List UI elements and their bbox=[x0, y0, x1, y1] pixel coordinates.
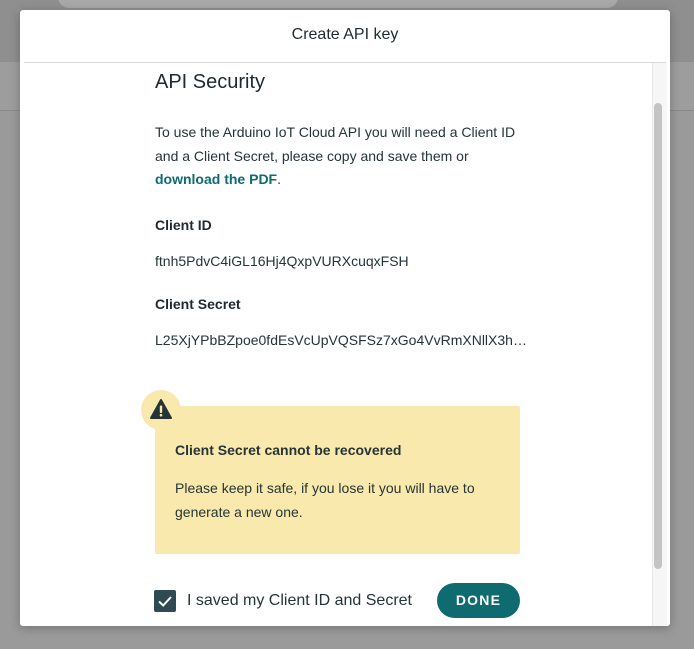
client-secret-value[interactable]: L25XjYPbBZpoe0fdEsVcUpVQSFSz7xGo4VvRmXNl… bbox=[155, 332, 533, 348]
warning-text: Please keep it safe, if you lose it you … bbox=[175, 480, 475, 520]
section-title: API Security bbox=[155, 71, 266, 93]
download-pdf-link[interactable]: download the PDF bbox=[155, 171, 277, 187]
scrollbar-thumb[interactable] bbox=[654, 103, 662, 569]
intro-text-body: To use the Arduino IoT Cloud API you wil… bbox=[155, 124, 516, 164]
saved-credentials-label[interactable]: I saved my Client ID and Secret bbox=[187, 592, 412, 610]
intro-text: To use the Arduino IoT Cloud API you wil… bbox=[155, 121, 525, 192]
dialog-title: Create API key bbox=[291, 26, 399, 43]
warning-box: Client Secret cannot be recovered Please… bbox=[155, 406, 520, 554]
warning-title: Client Secret cannot be recovered bbox=[175, 442, 402, 458]
create-api-key-dialog: Create API key API Security To use the A… bbox=[20, 10, 670, 626]
saved-credentials-checkbox[interactable] bbox=[154, 590, 176, 612]
dialog-content[interactable]: API Security To use the Arduino IoT Clou… bbox=[20, 63, 670, 626]
client-id-value[interactable]: ftnh5PdvC4iGL16Hj4QxpVURXcuqxFSH bbox=[155, 253, 409, 269]
warning-icon bbox=[141, 390, 181, 430]
background-search-bar bbox=[58, 0, 618, 8]
checkmark-icon bbox=[158, 596, 172, 607]
intro-text-end: . bbox=[277, 171, 281, 187]
done-button[interactable]: DONE bbox=[437, 583, 520, 618]
client-secret-label: Client Secret bbox=[155, 296, 241, 312]
client-id-label: Client ID bbox=[155, 217, 212, 233]
